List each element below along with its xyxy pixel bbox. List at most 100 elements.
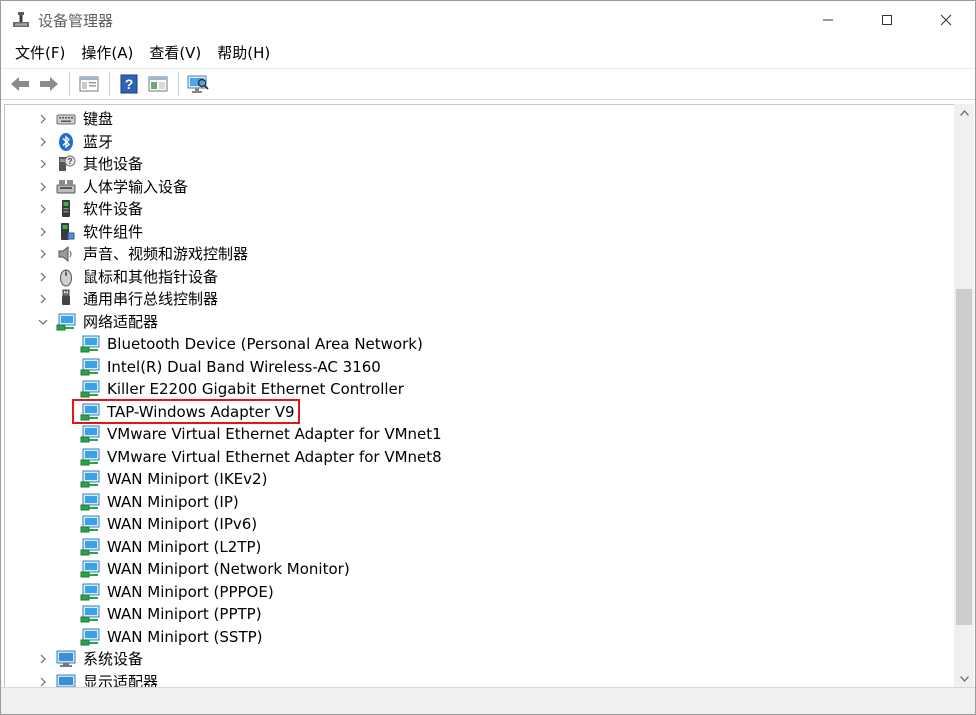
tree-category-item[interactable]: 网络适配器 [5,311,945,334]
help-button[interactable]: ? [116,72,141,97]
network-adapter-item[interactable]: Intel(R) Dual Band Wireless-AC 3160 [5,356,945,379]
network-adapter-icon [80,447,100,467]
view-button[interactable] [145,72,170,97]
network-adapter-item[interactable]: VMware Virtual Ethernet Adapter for VMne… [5,423,945,446]
tree-node-label: WAN Miniport (IP) [107,492,239,511]
network-adapter-item[interactable]: Bluetooth Device (Personal Area Network) [5,333,945,356]
svg-text:?: ? [124,76,133,92]
network-adapter-icon [80,537,100,557]
expand-chevron-icon[interactable] [38,249,48,259]
tree-node-label: 人体学输入设备 [83,177,189,196]
tree-category-item[interactable]: ? 其他设备 [5,153,945,176]
tree-node-label: Bluetooth Device (Personal Area Network) [107,335,423,353]
status-bar [1,687,975,714]
vertical-scrollbar[interactable] [954,104,974,687]
highlight-box [72,399,300,424]
expand-chevron-icon[interactable] [38,294,48,304]
expand-chevron-icon[interactable] [38,114,48,124]
tree-category-item[interactable]: 显示适配器 [5,671,945,687]
scroll-down-button[interactable] [954,670,974,687]
network-adapter-item[interactable]: WAN Miniport (IP) [5,491,945,514]
menu-view[interactable]: 查看(V) [141,39,209,67]
close-button[interactable] [917,1,975,39]
network-adapter-icon [80,469,100,489]
tree-node-label: 软件组件 [83,222,144,241]
network-adapter-item[interactable]: WAN Miniport (SSTP) [5,626,945,649]
menu-help[interactable]: 帮助(H) [209,39,278,67]
tree-node-label: 键盘 [83,110,114,128]
toolbar-separator [178,72,179,96]
tree-category-item[interactable]: 软件组件 [5,221,945,244]
tree-category-item[interactable]: 人体学输入设备 [5,176,945,199]
collapse-chevron-icon[interactable] [38,317,48,327]
tree-node-label: VMware Virtual Ethernet Adapter for VMne… [107,425,442,443]
network-adapter-icon [80,604,100,624]
network-adapter-icon [80,357,100,377]
svg-text:?: ? [68,157,73,166]
tree-node-label: WAN Miniport (L2TP) [107,537,262,556]
scroll-down-icon [959,675,969,682]
tree-node-label: WAN Miniport (PPTP) [107,605,262,623]
scan-hardware-button[interactable] [185,72,210,97]
network-adapter-item[interactable]: WAN Miniport (Network Monitor) [5,558,945,581]
network-adapter-item[interactable]: WAN Miniport (L2TP) [5,536,945,559]
audio-icon [56,244,76,264]
device-tree[interactable]: 键盘蓝牙? 其他设备 人体学输入设备 软件设备软件组件声音、视频和游戏控制器 鼠标和其他… [4,104,954,687]
scrollbar-thumb[interactable] [956,289,972,625]
expand-chevron-icon[interactable] [38,654,48,664]
forward-icon [39,77,58,91]
expand-chevron-icon[interactable] [38,159,48,169]
tree-category-item[interactable]: 键盘 [5,108,945,131]
tree-category-item[interactable]: 软件设备 [5,198,945,221]
tree-node-label: WAN Miniport (IPv6) [107,515,258,533]
network-adapter-item[interactable]: WAN Miniport (PPTP) [5,603,945,626]
network-adapter-icon [80,492,100,512]
menu-action[interactable]: 操作(A) [73,39,141,67]
tree-category-item[interactable]: 鼠标和其他指针设备 [5,266,945,289]
network-adapter-icon [56,312,76,332]
device-manager-app-icon [12,11,30,29]
forward-button[interactable] [36,72,61,97]
tree-category-item[interactable]: 蓝牙 [5,131,945,154]
network-adapter-icon [80,379,100,399]
expand-chevron-icon[interactable] [38,272,48,282]
tree-node-label: WAN Miniport (Network Monitor) [107,560,350,578]
display-adapter-icon [56,672,76,687]
expand-chevron-icon[interactable] [38,182,48,192]
expand-chevron-icon[interactable] [38,677,48,687]
tree-category-item[interactable]: 通用串行总线控制器 [5,288,945,311]
properties-button[interactable] [76,72,101,97]
software-component-icon [56,222,76,242]
scroll-up-button[interactable] [954,104,974,121]
expand-chevron-icon[interactable] [38,204,48,214]
expand-chevron-icon[interactable] [38,137,48,147]
tree-node-label: 网络适配器 [83,312,159,331]
network-adapter-item[interactable]: WAN Miniport (IKEv2) [5,468,945,491]
menu-file[interactable]: 文件(F) [7,39,73,67]
maximize-button[interactable] [858,1,916,39]
tree-node-label: 软件设备 [83,200,144,218]
tree-node-label: WAN Miniport (IKEv2) [107,470,268,488]
network-adapter-icon [80,559,100,579]
window-title: 设备管理器 [38,12,114,30]
expand-chevron-icon[interactable] [38,227,48,237]
properties-icon [79,76,98,92]
bluetooth-icon [56,132,76,152]
network-adapter-item[interactable]: VMware Virtual Ethernet Adapter for VMne… [5,446,945,469]
tree-node-label: WAN Miniport (SSTP) [107,627,263,646]
tree-node-label: 系统设备 [83,650,144,668]
minimize-button[interactable] [799,1,857,39]
network-adapter-item[interactable]: WAN Miniport (IPv6) [5,513,945,536]
tree-category-item[interactable]: 声音、视频和游戏控制器 [5,243,945,266]
close-icon [940,14,952,26]
network-adapter-item[interactable]: WAN Miniport (PPPOE) [5,581,945,604]
tree-node-label: Intel(R) Dual Band Wireless-AC 3160 [107,357,381,376]
network-adapter-item[interactable]: Killer E2200 Gigabit Ethernet Controller [5,378,945,401]
network-adapter-icon [80,582,100,602]
title-bar[interactable]: 设备管理器 [1,1,975,39]
tree-category-item[interactable]: 系统设备 [5,648,945,671]
tree-node-label: 通用串行总线控制器 [83,290,219,308]
network-adapter-icon [80,514,100,534]
back-button[interactable] [7,72,32,97]
minimize-icon [823,19,833,21]
